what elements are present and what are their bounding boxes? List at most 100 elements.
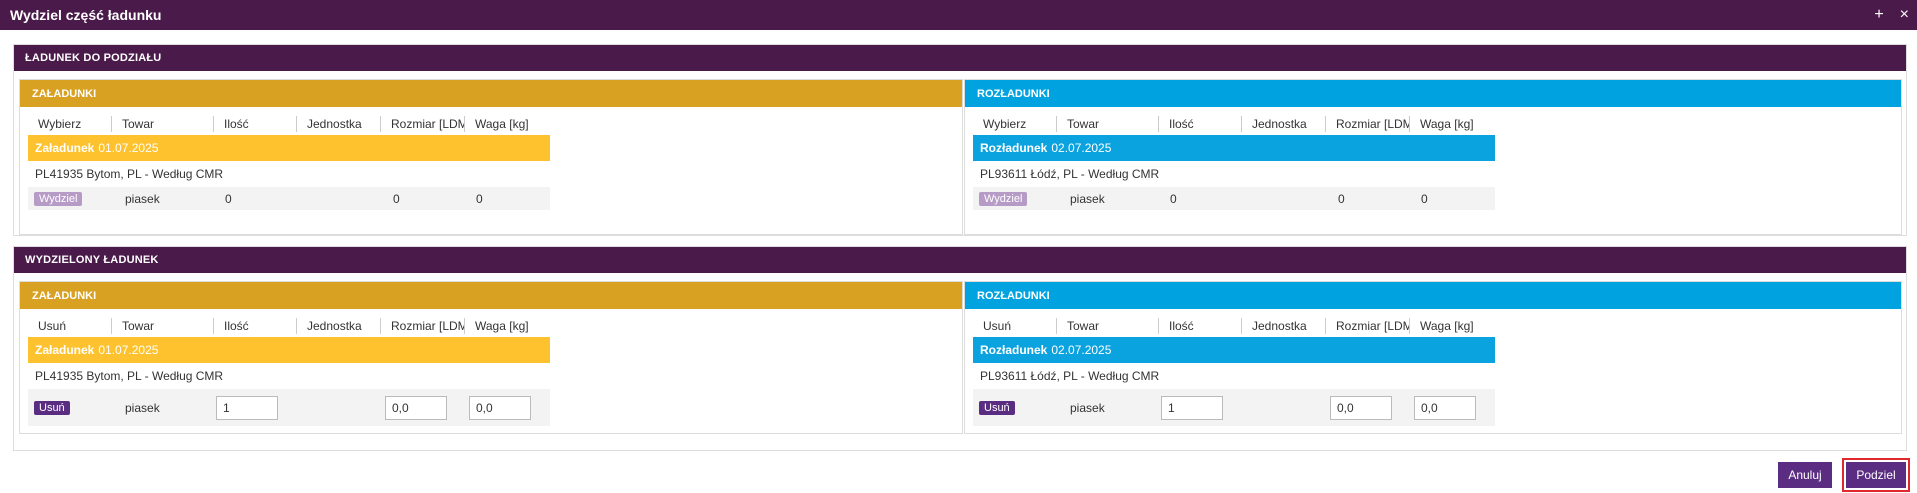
column-header: Towar xyxy=(111,318,213,334)
split-out-button[interactable]: Wydziel xyxy=(979,192,1028,206)
column-header: Ilość xyxy=(213,318,296,334)
column-header: Rozmiar [LDM] xyxy=(1325,116,1409,132)
unloads-panel-header: ROZŁADUNKI xyxy=(965,282,1901,309)
rozmiar-cell: 0 xyxy=(1338,191,1345,206)
rozmiar-cell: 0 xyxy=(393,191,400,206)
loads-table: Wybierz Towar Ilość Jednostka Rozmiar [L… xyxy=(28,114,550,210)
column-header: Usuń xyxy=(983,319,1012,333)
column-header: Waga [kg] xyxy=(1409,116,1495,132)
waga-cell xyxy=(1414,395,1484,420)
loads-panel-header: ZAŁADUNKI xyxy=(20,282,962,309)
unloads-table: Wybierz Towar Ilość Jednostka Rozmiar [L… xyxy=(973,114,1495,210)
column-header: Towar xyxy=(1056,318,1158,334)
location-row: PL93611 Łódź, PL - Według CMR xyxy=(980,167,1160,181)
section-load-to-split: ŁADUNEK DO PODZIAŁU ZAŁADUNKI Wybierz To… xyxy=(13,44,1907,236)
ilosc-cell: 0 xyxy=(225,191,232,206)
column-header: Jednostka xyxy=(1241,318,1325,334)
loads-table: Usuń Towar Ilość Jednostka Rozmiar [LDM]… xyxy=(28,316,550,426)
group-label: Załadunek xyxy=(35,343,95,357)
column-header: Rozmiar [LDM] xyxy=(1325,318,1409,334)
waga-cell: 0 xyxy=(1421,191,1428,206)
table-row: Usuń piasek xyxy=(28,389,550,426)
unloads-panel-header: ROZŁADUNKI xyxy=(965,80,1901,107)
waga-cell xyxy=(469,395,539,420)
column-header: Towar xyxy=(1056,116,1158,132)
quantity-input[interactable] xyxy=(1161,395,1223,420)
split-button[interactable]: Podziel xyxy=(1846,462,1906,488)
section-split-load: WYDZIELONY ŁADUNEK ZAŁADUNKI Usuń Towar … xyxy=(13,246,1907,451)
cancel-button[interactable]: Anuluj xyxy=(1778,462,1832,488)
towar-cell: piasek xyxy=(125,400,160,415)
table-row: Wydziel piasek 0 0 0 xyxy=(973,187,1495,210)
ilosc-cell xyxy=(1161,395,1330,420)
rozmiar-cell xyxy=(1330,395,1414,420)
column-header: Rozmiar [LDM] xyxy=(380,116,464,132)
table-header: Wybierz Towar Ilość Jednostka Rozmiar [L… xyxy=(973,114,1495,134)
section-header: ŁADUNEK DO PODZIAŁU xyxy=(14,45,1906,71)
split-out-button[interactable]: Wydziel xyxy=(34,192,83,206)
weight-input[interactable] xyxy=(1414,395,1476,420)
table-header: Wybierz Towar Ilość Jednostka Rozmiar [L… xyxy=(28,114,550,134)
rozmiar-cell xyxy=(385,395,469,420)
action-cell: Usuń xyxy=(28,400,119,415)
ilosc-cell: 0 xyxy=(1170,191,1177,206)
group-date: 02.07.2025 xyxy=(1051,141,1112,155)
location-row: PL41935 Bytom, PL - Według CMR xyxy=(35,167,224,181)
table-header: Usuń Towar Ilość Jednostka Rozmiar [LDM]… xyxy=(28,316,550,336)
column-header: Waga [kg] xyxy=(1409,318,1495,334)
location-row: PL41935 Bytom, PL - Według CMR xyxy=(35,369,224,383)
column-header: Ilość xyxy=(213,116,296,132)
action-cell: Wydziel xyxy=(973,191,1064,206)
size-input[interactable] xyxy=(1330,395,1392,420)
loads-panel: ZAŁADUNKI Wybierz Towar Ilość Jednostka … xyxy=(19,79,963,235)
column-header: Usuń xyxy=(38,319,67,333)
group-label: Załadunek xyxy=(35,141,95,155)
column-header: Rozmiar [LDM] xyxy=(380,318,464,334)
towar-cell: piasek xyxy=(125,191,160,206)
table-row: Usuń piasek xyxy=(973,389,1495,426)
column-header: Towar xyxy=(111,116,213,132)
group-label: Rozładunek xyxy=(980,141,1048,155)
location-row: PL93611 Łódź, PL - Według CMR xyxy=(980,369,1160,383)
column-header: Wybierz xyxy=(38,117,82,131)
ilosc-cell xyxy=(216,395,385,420)
column-header: Jednostka xyxy=(296,318,380,334)
column-header: Wybierz xyxy=(983,117,1027,131)
titlebar-tools: + × xyxy=(1874,7,1909,23)
action-cell: Usuń xyxy=(973,400,1064,415)
action-cell: Wydziel xyxy=(28,191,119,206)
add-icon[interactable]: + xyxy=(1874,7,1883,23)
weight-input[interactable] xyxy=(469,395,531,420)
close-icon[interactable]: × xyxy=(1900,7,1909,23)
group-date: 01.07.2025 xyxy=(98,141,159,155)
column-header: Ilość xyxy=(1158,318,1241,334)
loads-panel-header: ZAŁADUNKI xyxy=(20,80,962,107)
group-row: Rozładunek 02.07.2025 xyxy=(973,337,1495,363)
unloads-panel: ROZŁADUNKI Wybierz Towar Ilość Jednostka… xyxy=(964,79,1902,235)
group-label: Rozładunek xyxy=(980,343,1048,357)
column-header: Ilość xyxy=(1158,116,1241,132)
group-date: 01.07.2025 xyxy=(98,343,159,357)
dialog-title: Wydziel część ładunku xyxy=(10,7,162,23)
column-header: Waga [kg] xyxy=(464,116,550,132)
size-input[interactable] xyxy=(385,395,447,420)
loads-panel: ZAŁADUNKI Usuń Towar Ilość Jednostka Roz… xyxy=(19,281,963,434)
remove-button[interactable]: Usuń xyxy=(34,401,70,415)
column-header: Waga [kg] xyxy=(464,318,550,334)
table-row: Wydziel piasek 0 0 0 xyxy=(28,187,550,210)
column-header: Jednostka xyxy=(296,116,380,132)
towar-cell: piasek xyxy=(1070,400,1105,415)
quantity-input[interactable] xyxy=(216,395,278,420)
group-date: 02.07.2025 xyxy=(1051,343,1112,357)
table-header: Usuń Towar Ilość Jednostka Rozmiar [LDM]… xyxy=(973,316,1495,336)
waga-cell: 0 xyxy=(476,191,483,206)
remove-button[interactable]: Usuń xyxy=(979,401,1015,415)
dialog-titlebar: Wydziel część ładunku + × xyxy=(0,0,1917,30)
group-row: Rozładunek 02.07.2025 xyxy=(973,135,1495,161)
group-row: Załadunek 01.07.2025 xyxy=(28,135,550,161)
section-header: WYDZIELONY ŁADUNEK xyxy=(14,247,1906,273)
unloads-table: Usuń Towar Ilość Jednostka Rozmiar [LDM]… xyxy=(973,316,1495,426)
group-row: Załadunek 01.07.2025 xyxy=(28,337,550,363)
unloads-panel: ROZŁADUNKI Usuń Towar Ilość Jednostka Ro… xyxy=(964,281,1902,434)
column-header: Jednostka xyxy=(1241,116,1325,132)
